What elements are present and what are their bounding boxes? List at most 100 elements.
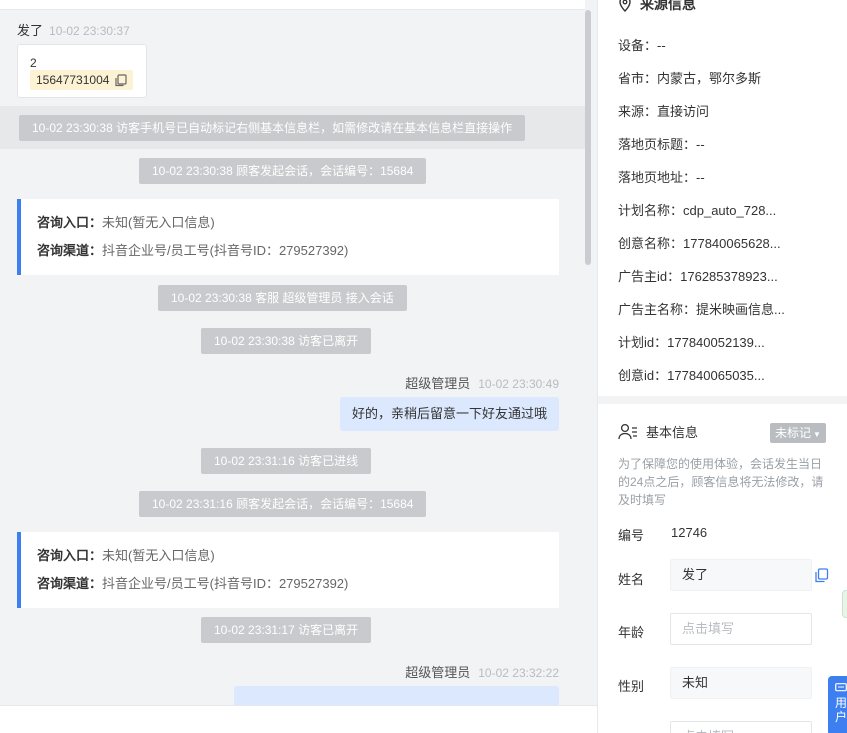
message-time: 10-02 23:32:22 (478, 666, 559, 680)
field-label: 创意名称： (618, 236, 684, 251)
user-list-icon (618, 423, 637, 439)
system-message: 10-02 23:30:38 客服 超级管理员 接入会话 (158, 285, 407, 311)
id-value: 12746 (671, 525, 708, 540)
chat-input-area[interactable] (0, 705, 597, 733)
field-value: -- (657, 38, 666, 53)
copy-icon[interactable] (815, 568, 829, 583)
source-field-advertiser-id: 广告主id：176285378923... (618, 266, 778, 285)
field-value: -- (696, 170, 705, 185)
system-message: 10-02 23:30:38 顾客发起会话，会话编号：15684 (139, 158, 427, 184)
field-label: 落地页地址： (618, 170, 697, 185)
field-label: 落地页标题： (618, 137, 697, 152)
field-label: 计划id： (618, 335, 668, 350)
field-label: 创意id： (618, 368, 668, 383)
agent-sender-line: 超级管理员 10-02 23:30:49 (405, 373, 559, 392)
gender-select[interactable]: 未知 (670, 667, 812, 699)
gender-value: 未知 (682, 675, 709, 690)
source-info-title: 来源信息 (640, 0, 696, 12)
card-number: 2 (30, 56, 37, 70)
location-pin-icon (619, 0, 631, 12)
basic-info-header: 基本信息 (618, 422, 698, 441)
name-value: 发了 (682, 567, 709, 582)
source-field-advertiser-name: 广告主名称：提米映画信息... (618, 299, 785, 318)
field-label: 广告主名称： (618, 302, 697, 317)
source-field-creative-name: 创意名称：177840065628... (618, 233, 781, 252)
chat-top-edge (0, 0, 585, 10)
visitor-name: 发了 (17, 23, 44, 38)
chat-message-list[interactable]: 发了 10-02 23:30:37 2 15647731004 10-02 23:… (0, 0, 585, 720)
id-label: 编号 (618, 528, 645, 543)
field-label: 来源： (618, 104, 658, 119)
field-label: 计划名称： (618, 203, 684, 218)
field-value: 提米映画信息... (696, 302, 785, 317)
system-message: 10-02 23:30:38 访客已离开 (201, 328, 372, 354)
gender-label: 性别 (618, 679, 645, 694)
copy-icon[interactable] (115, 73, 128, 87)
channel-row: 咨询渠道：抖音企业号/员工号(抖音号ID：279527392) (37, 570, 543, 598)
visitor-sender-line: 发了 10-02 23:30:37 (17, 20, 130, 39)
channel-value: 抖音企业号/员工号(抖音号ID：279527392) (102, 576, 349, 591)
system-message: 10-02 23:31:17 访客已离开 (201, 617, 372, 643)
entry-label: 咨询入口： (37, 215, 103, 230)
field-value: 176285378923... (680, 269, 778, 284)
source-info-header: 来源信息 (618, 0, 696, 14)
message-time: 10-02 23:30:37 (49, 24, 130, 38)
visitor-card-message: 2 15647731004 (17, 44, 147, 98)
agent-sender-line: 超级管理员 10-02 23:32:22 (405, 662, 559, 681)
age-label: 年龄 (618, 625, 645, 640)
chat-area: 发了 10-02 23:30:37 2 15647731004 10-02 23:… (0, 0, 597, 733)
source-field-region: 省市：内蒙古，鄂尔多斯 (618, 68, 761, 87)
section-divider (598, 396, 847, 404)
side-edge-tab[interactable] (842, 590, 847, 618)
agent-name: 超级管理员 (405, 665, 471, 680)
field-label: 省市： (618, 71, 658, 86)
channel-row: 咨询渠道：抖音企业号/员工号(抖音号ID：279527392) (37, 237, 543, 265)
source-field-origin: 来源：直接访问 (618, 101, 709, 120)
floating-button-label: 用户 (835, 696, 847, 724)
field-value: 直接访问 (657, 104, 710, 119)
entry-info-card: 咨询入口：未知(暂无入口信息) 咨询渠道：抖音企业号/员工号(抖音号ID：279… (17, 199, 559, 275)
source-field-landing-url: 落地页地址：-- (618, 167, 705, 186)
system-message: 10-02 23:31:16 顾客发起会话，会话编号：15684 (139, 491, 427, 517)
chat-icon (835, 683, 847, 692)
field-value: 177840065628... (683, 236, 781, 251)
next-field-input[interactable]: 点击填写 (670, 721, 812, 733)
entry-value: 未知(暂无入口信息) (102, 548, 215, 563)
entry-info-card: 咨询入口：未知(暂无入口信息) 咨询渠道：抖音企业号/员工号(抖音号ID：279… (17, 532, 559, 608)
basic-info-title: 基本信息 (646, 425, 699, 440)
mark-status-dropdown[interactable]: 未标记 ▼ (770, 423, 826, 443)
mark-status-label: 未标记 (775, 426, 812, 440)
customer-info-panel: 来源信息 设备：-- 省市：内蒙古，鄂尔多斯 来源：直接访问 落地页标题：-- … (597, 0, 847, 733)
entry-row: 咨询入口：未知(暂无入口信息) (37, 542, 543, 570)
source-field-device: 设备：-- (618, 35, 666, 54)
channel-label: 咨询渠道： (37, 243, 103, 258)
floating-user-button[interactable]: 用户 (828, 676, 847, 733)
agent-name: 超级管理员 (405, 376, 471, 391)
source-field-plan-name: 计划名称：cdp_auto_728... (618, 200, 776, 219)
message-time: 10-02 23:30:49 (478, 377, 559, 391)
system-message: 10-02 23:30:38 访客手机号已自动标记右侧基本信息栏，如需修改请在基… (19, 115, 526, 141)
system-message: 10-02 23:31:16 访客已进线 (201, 448, 372, 474)
field-label: 广告主id： (618, 269, 681, 284)
agent-message-bubble: 好的，亲稍后留意一下好友通过哦 (339, 397, 559, 431)
entry-row: 咨询入口：未知(暂无入口信息) (37, 209, 543, 237)
name-label: 姓名 (618, 572, 645, 587)
phone-number: 15647731004 (36, 73, 110, 87)
source-field-landing-title: 落地页标题：-- (618, 134, 705, 153)
chat-scrollbar-thumb[interactable] (585, 10, 591, 265)
entry-label: 咨询入口： (37, 548, 103, 563)
field-value: 内蒙古，鄂尔多斯 (657, 71, 762, 86)
caret-down-icon: ▼ (813, 430, 821, 439)
field-value: 177840052139... (667, 335, 765, 350)
channel-value: 抖音企业号/员工号(抖音号ID：279527392) (102, 243, 349, 258)
channel-label: 咨询渠道： (37, 576, 103, 591)
field-label: 设备： (618, 38, 658, 53)
field-value: 177840065035... (667, 368, 765, 383)
field-value: -- (696, 137, 705, 152)
source-field-plan-id: 计划id：177840052139... (618, 332, 765, 351)
phone-chip[interactable]: 15647731004 (30, 70, 134, 90)
edit-tip: 为了保障您的使用体验，会话发生当日的24点之后，顾客信息将无法修改，请及时填写 (618, 457, 824, 507)
entry-value: 未知(暂无入口信息) (102, 215, 215, 230)
name-field[interactable]: 发了 (670, 559, 812, 591)
age-input[interactable]: 点击填写 (670, 613, 812, 645)
